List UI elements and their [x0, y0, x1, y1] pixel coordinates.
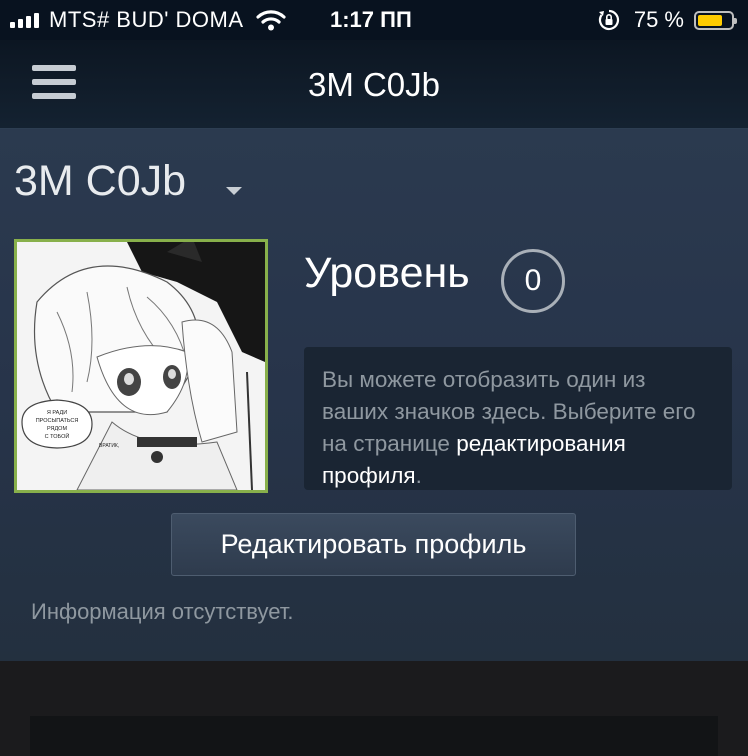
svg-text:Я РАДИ: Я РАДИ: [47, 410, 67, 416]
svg-text:ВРАТИК,: ВРАТИК,: [99, 443, 119, 449]
avatar-image: Я РАДИ ПРОСЫПАТЬСЯ РЯДОМ С ТОБОЙ ВРАТИК,: [17, 242, 265, 490]
profile-name[interactable]: 3M C0Jb: [14, 157, 186, 206]
carrier-name: MTS# BUD' DOMA: [49, 7, 244, 32]
svg-text:ПРОСЫПАТЬСЯ: ПРОСЫПАТЬСЯ: [36, 418, 79, 424]
badge-placeholder: Вы можете отобразить один из ваших значк…: [304, 347, 732, 490]
avatar[interactable]: Я РАДИ ПРОСЫПАТЬСЯ РЯДОМ С ТОБОЙ ВРАТИК,: [14, 239, 268, 493]
status-time: 1:17 ПП: [330, 7, 412, 32]
status-right: 75 %: [598, 0, 737, 40]
status-bar: MTS# BUD' DOMA 1:17 ПП 75 %: [0, 0, 748, 40]
level-label: Уровень: [304, 249, 470, 297]
svg-text:РЯДОМ: РЯДОМ: [47, 426, 68, 432]
profile-panel: 3M C0Jb Я РАДИ ПРОСЫПАТЬСЯ РЯДОМ С ТОБОЙ…: [0, 129, 748, 661]
app-header: 3M C0Jb: [0, 40, 748, 129]
battery-icon: [694, 10, 737, 30]
signal-icon: [10, 12, 39, 28]
status-left: MTS# BUD' DOMA: [10, 0, 286, 40]
svg-text:С ТОБОЙ: С ТОБОЙ: [45, 432, 70, 440]
badge-text-end: .: [415, 463, 422, 488]
wifi-icon: [255, 10, 286, 31]
profile-info-text: Информация отсутствует.: [31, 599, 294, 624]
chevron-down-icon[interactable]: [226, 187, 242, 195]
level-badge: 0: [501, 249, 565, 313]
next-section-card: [30, 716, 718, 756]
rotation-lock-icon: [598, 9, 619, 31]
header-title: 3M C0Jb: [307, 66, 441, 103]
battery-percent: 75 %: [633, 7, 684, 32]
edit-profile-button[interactable]: Редактировать профиль: [171, 513, 576, 576]
